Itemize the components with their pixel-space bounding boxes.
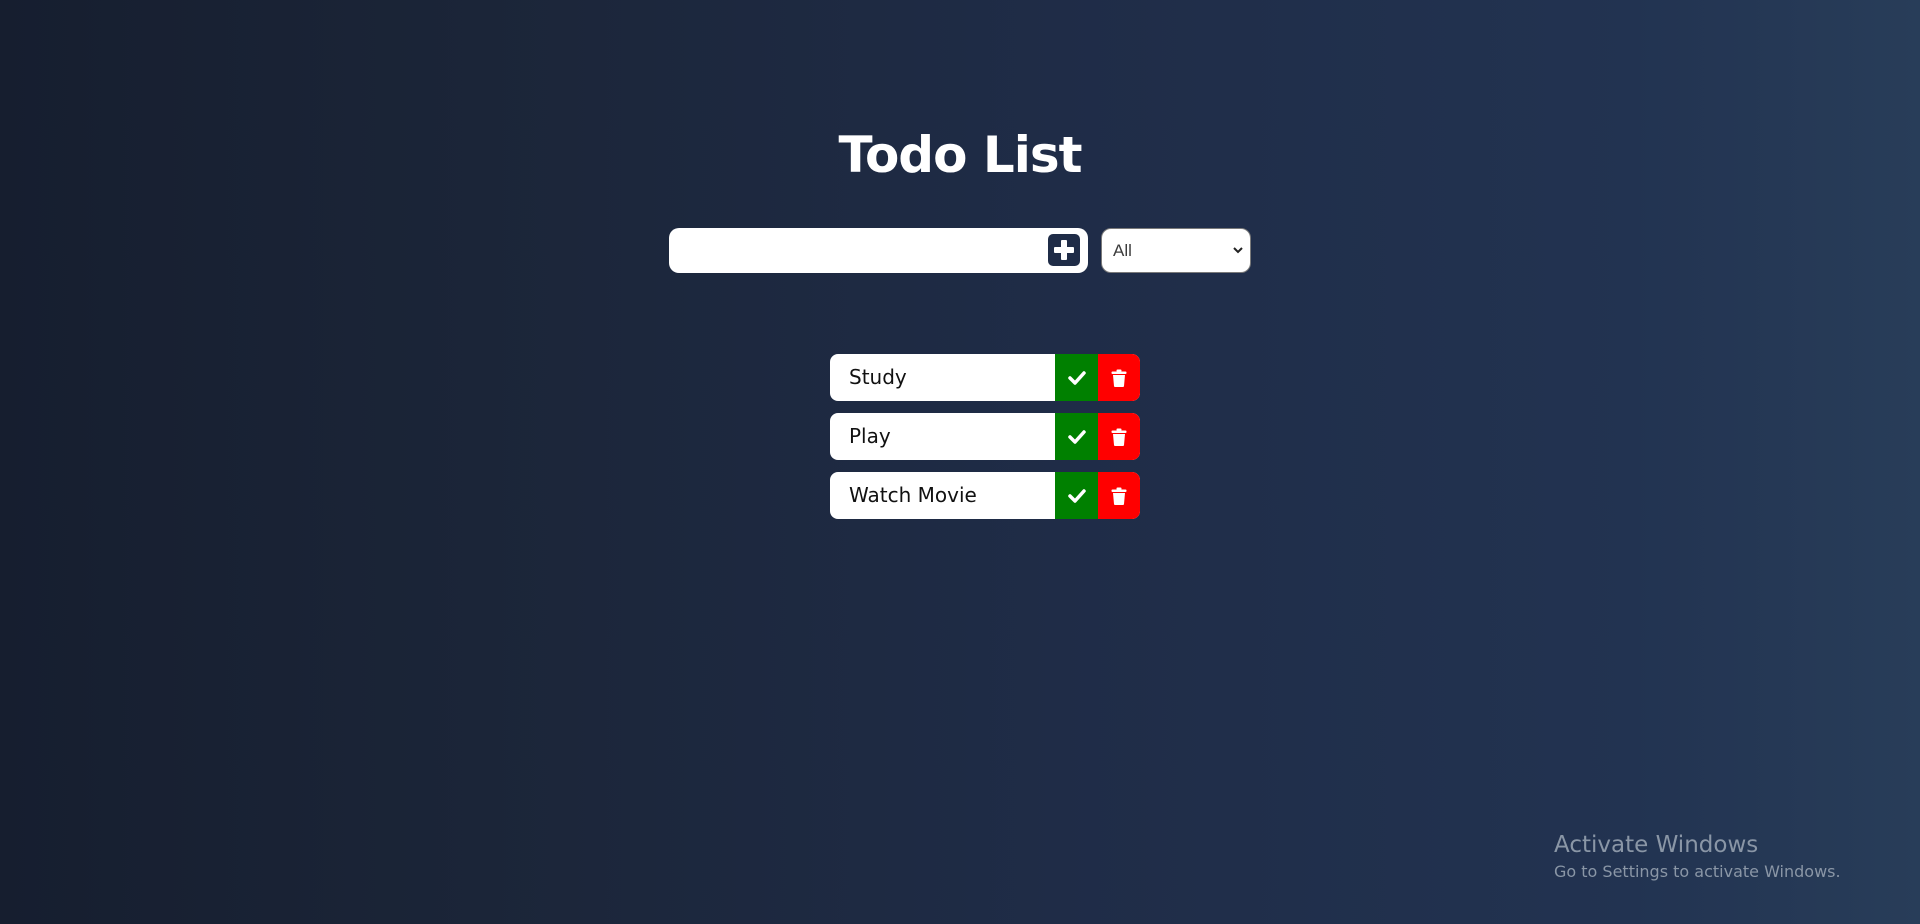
chevron-down-icon bbox=[1233, 247, 1243, 254]
filter-select[interactable]: All bbox=[1101, 228, 1251, 273]
plus-icon bbox=[1054, 240, 1074, 260]
complete-button[interactable] bbox=[1055, 413, 1098, 460]
watermark-subtitle: Go to Settings to activate Windows. bbox=[1554, 862, 1841, 881]
complete-button[interactable] bbox=[1055, 354, 1098, 401]
complete-button[interactable] bbox=[1055, 472, 1098, 519]
add-todo-button[interactable] bbox=[1048, 234, 1080, 266]
delete-button[interactable] bbox=[1098, 472, 1140, 519]
check-icon bbox=[1067, 370, 1086, 385]
trash-icon bbox=[1111, 428, 1127, 446]
page-title: Todo List bbox=[838, 126, 1082, 184]
delete-button[interactable] bbox=[1098, 413, 1140, 460]
todo-text: Study bbox=[849, 365, 907, 389]
trash-icon bbox=[1111, 369, 1127, 387]
todo-item: Watch Movie bbox=[830, 472, 1140, 519]
check-icon bbox=[1067, 429, 1086, 444]
todo-list: Study Play Watch Movie bbox=[830, 354, 1140, 531]
watermark-title: Activate Windows bbox=[1554, 832, 1759, 858]
todo-text: Play bbox=[849, 424, 891, 448]
todo-item: Play bbox=[830, 413, 1140, 460]
windows-activation-watermark: Activate Windows Go to Settings to activ… bbox=[1554, 830, 1841, 884]
todo-text: Watch Movie bbox=[849, 483, 977, 507]
filter-selected-value: All bbox=[1113, 241, 1132, 260]
delete-button[interactable] bbox=[1098, 354, 1140, 401]
todo-item: Study bbox=[830, 354, 1140, 401]
check-icon bbox=[1067, 488, 1086, 503]
trash-icon bbox=[1111, 487, 1127, 505]
todo-input[interactable] bbox=[669, 228, 1029, 273]
todo-input-container bbox=[669, 228, 1088, 273]
